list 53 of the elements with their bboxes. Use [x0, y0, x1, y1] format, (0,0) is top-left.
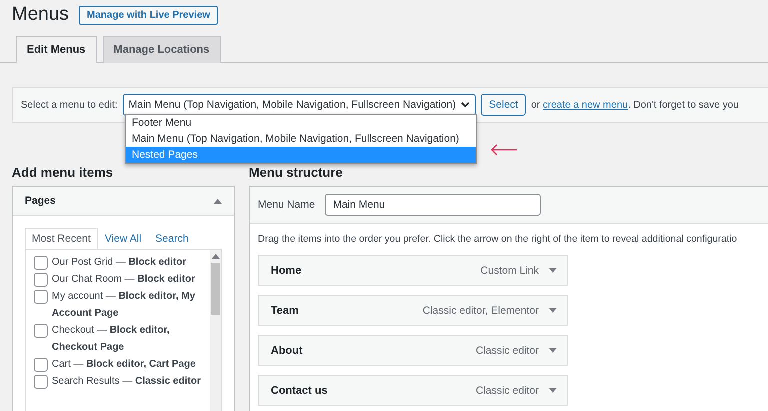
menu-item-type: Classic editor	[476, 384, 539, 396]
chevron-icon	[461, 102, 470, 108]
checkbox[interactable]	[34, 375, 48, 389]
menu-name-field[interactable]: Main Menu	[325, 194, 542, 216]
filter-tab[interactable]: View All	[98, 228, 149, 249]
menu-item-title: Team	[271, 304, 300, 316]
panel-title: Pages	[25, 195, 56, 207]
select-label: Select a menu to edit:	[21, 100, 118, 110]
menu-item-type: Classic editor	[476, 344, 539, 356]
collapse-icon[interactable]	[214, 198, 222, 204]
dropdown-option[interactable]: Footer Menu	[126, 115, 476, 131]
scrollbar[interactable]	[210, 250, 221, 411]
tab[interactable]: Manage Locations	[102, 36, 221, 63]
menu-item-title: Home	[271, 264, 303, 276]
page-option: Search Results — Classic editor	[52, 373, 201, 390]
panel-header[interactable]: Pages	[13, 187, 234, 216]
menu-select[interactable]: Main Menu (Top Navigation, Mobile Navigation, Fullscreen Navigation)	[122, 94, 476, 116]
dropdown-option[interactable]: Main Menu (Top Navigation, Mobile Navigation, Fullscreen Navigation)	[126, 131, 476, 147]
checkbox[interactable]	[34, 256, 48, 270]
menu-item-type: Classic editor, Elementor	[422, 304, 539, 316]
tab[interactable]: Edit Menus	[16, 36, 97, 63]
menu-item[interactable]: About Classic editor	[258, 335, 568, 366]
expand-icon[interactable]	[549, 268, 557, 273]
page-option: Cart — Block editor, Cart Page	[52, 356, 196, 373]
page-option: Checkout — Block editor, Checkout Page	[52, 322, 206, 356]
checkbox[interactable]	[34, 273, 48, 287]
checkbox[interactable]	[34, 358, 48, 372]
instructions-text: Drag the items into the order you prefer. Click the arrow on the right of the item to reveal additional configuratio	[257, 233, 738, 247]
page-title: Menus	[12, 4, 70, 26]
menu-item[interactable]: Home Custom Link	[258, 255, 568, 286]
expand-icon[interactable]	[549, 348, 557, 353]
menu-item-title: About	[271, 344, 304, 356]
menu-item-type: Custom Link	[480, 264, 539, 276]
menu-item-title: Contact us	[271, 384, 329, 396]
page-option: My account — Block editor, My Account Page	[52, 288, 206, 322]
section-heading: Menu structure	[249, 165, 343, 180]
live-preview-button[interactable]: Manage with Live Preview	[79, 6, 218, 24]
checkbox[interactable]	[34, 290, 48, 304]
expand-icon[interactable]	[549, 308, 557, 313]
create-menu-link[interactable]: create a new menu	[543, 100, 628, 110]
menu-item[interactable]: Team Classic editor, Elementor	[258, 295, 568, 326]
checkbox[interactable]	[34, 324, 48, 338]
menu-name-label: Menu Name	[258, 199, 316, 211]
menu-item[interactable]: Contact us Classic editor	[258, 375, 568, 406]
create-menu-text: or create a new menu. Don't forget to save you	[531, 100, 739, 110]
page-option: Our Post Grid — Block editor	[52, 254, 186, 271]
section-heading: Add menu items	[12, 165, 114, 180]
expand-icon[interactable]	[549, 388, 557, 393]
arrow-icon	[490, 144, 518, 156]
select-button[interactable]: Select	[481, 94, 526, 116]
filter-tab[interactable]: Most Recent	[25, 228, 98, 249]
filter-tab[interactable]: Search	[148, 228, 196, 249]
page-option: Our Chat Room — Block editor	[52, 271, 196, 288]
